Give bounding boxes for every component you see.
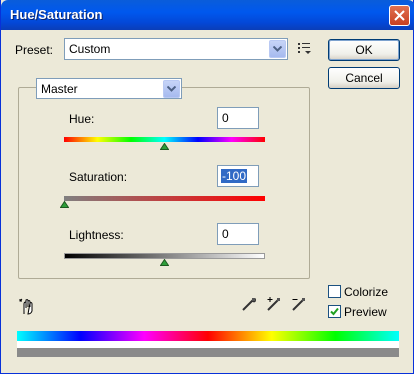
saturation-value: -100 (221, 169, 248, 183)
close-icon (394, 10, 405, 21)
preview-checkbox[interactable] (328, 305, 341, 318)
chevron-down-icon (167, 86, 176, 92)
eyedropper-minus-icon[interactable] (291, 296, 307, 312)
hue-slider-thumb[interactable] (160, 143, 169, 150)
window-title: Hue/Saturation (10, 7, 103, 22)
preset-dropdown-arrow[interactable] (269, 40, 286, 58)
check-icon (330, 307, 339, 316)
output-color-spectrum (17, 348, 399, 357)
saturation-input[interactable]: -100 (217, 165, 259, 187)
chevron-down-icon (273, 46, 282, 52)
channel-dropdown-arrow[interactable] (163, 80, 180, 98)
hue-saturation-dialog: Hue/Saturation Preset: Custom OK Cancel … (0, 0, 414, 374)
hue-slider-track[interactable] (64, 137, 265, 142)
eyedropper-plus-icon[interactable] (266, 296, 282, 312)
preset-label: Preset: (15, 43, 54, 57)
saturation-slider-thumb[interactable] (60, 201, 69, 208)
channel-value: Master (41, 82, 78, 96)
saturation-label: Saturation: (69, 170, 128, 184)
lightness-slider-thumb[interactable] (160, 259, 169, 266)
cancel-button[interactable]: Cancel (328, 67, 400, 89)
input-color-spectrum (17, 331, 399, 341)
saturation-slider-track[interactable] (64, 196, 265, 201)
preset-value: Custom (69, 42, 111, 56)
targeted-adjustment-hand-icon[interactable] (19, 298, 37, 316)
channel-dropdown[interactable]: Master (36, 78, 182, 99)
lightness-value: 0 (222, 227, 229, 241)
eyedropper-icon[interactable] (241, 296, 257, 312)
colorize-label[interactable]: Colorize (344, 285, 388, 299)
hue-label: Hue: (69, 112, 95, 126)
hue-value: 0 (222, 111, 229, 125)
preview-label[interactable]: Preview (344, 305, 387, 319)
lightness-input[interactable]: 0 (217, 223, 259, 245)
hue-input[interactable]: 0 (217, 107, 259, 129)
colorize-checkbox[interactable] (328, 285, 341, 298)
preset-dropdown[interactable]: Custom (64, 38, 288, 60)
spectrum-range-area[interactable] (17, 341, 399, 348)
ok-button[interactable]: OK (328, 39, 400, 61)
lightness-label: Lightness: (69, 228, 124, 242)
title-bar[interactable]: Hue/Saturation (1, 0, 414, 30)
close-button[interactable] (389, 5, 410, 26)
options-menu-icon[interactable] (298, 42, 312, 54)
adjustment-group (18, 87, 310, 279)
